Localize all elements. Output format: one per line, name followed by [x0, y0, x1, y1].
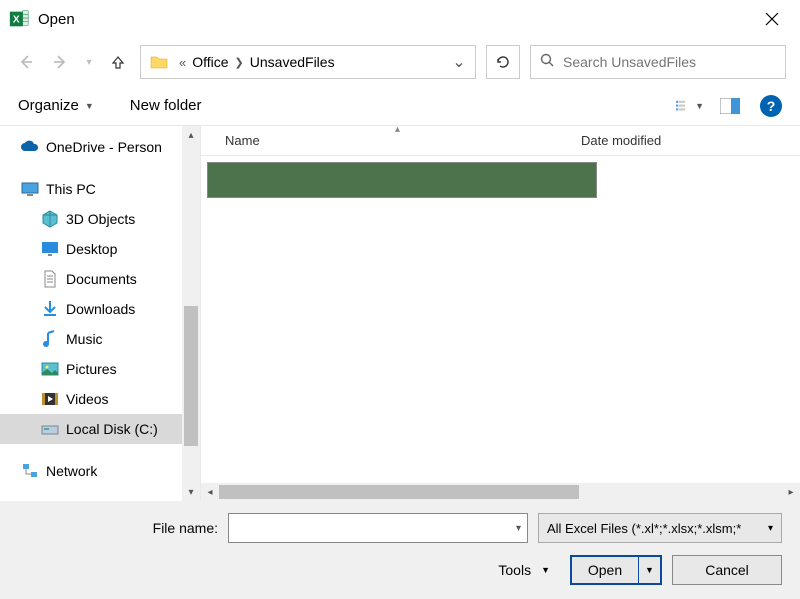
drive-icon	[40, 419, 60, 439]
tree-downloads[interactable]: Downloads	[0, 294, 200, 324]
filename-dropdown-icon[interactable]: ▾	[516, 523, 521, 534]
titlebar: X Open	[0, 0, 800, 38]
search-input[interactable]	[563, 54, 777, 70]
excel-icon: X	[8, 8, 30, 30]
network-icon	[20, 461, 40, 481]
download-icon	[40, 299, 60, 319]
caret-down-icon: ▼	[85, 101, 94, 111]
back-button[interactable]	[14, 50, 38, 74]
breadcrumb-seg-unsaved[interactable]: UnsavedFiles	[250, 54, 335, 70]
window-title: Open	[38, 11, 752, 28]
open-button[interactable]: Open ▼	[570, 555, 662, 585]
caret-down-icon: ▼	[695, 101, 704, 111]
tree-this-pc[interactable]: This PC	[0, 174, 200, 204]
tree-local-disk[interactable]: Local Disk (C:)	[0, 414, 200, 444]
scroll-left-icon[interactable]: ◂	[201, 487, 219, 498]
address-bar: ▾ « Office ❯ UnsavedFiles ⌄	[0, 38, 800, 86]
filetype-combo[interactable]: All Excel Files (*.xl*;*.xlsx;*.xlsm;* ▾	[538, 513, 782, 543]
svg-text:X: X	[13, 15, 20, 26]
column-date[interactable]: Date modified	[581, 133, 661, 148]
tree-network[interactable]: Network	[0, 456, 200, 486]
cloud-icon	[20, 137, 40, 157]
breadcrumb-seg-office[interactable]: Office	[192, 54, 228, 70]
scroll-up-icon[interactable]: ▴	[188, 126, 193, 144]
tree-scrollbar[interactable]: ▴ ▾	[182, 126, 200, 501]
breadcrumb-box[interactable]: « Office ❯ UnsavedFiles ⌄	[140, 45, 476, 79]
dialog-footer: File name: ▾ All Excel Files (*.xl*;*.xl…	[0, 501, 800, 599]
filetype-dropdown-icon: ▾	[768, 523, 773, 534]
scroll-right-icon[interactable]: ▸	[782, 487, 800, 498]
filename-label: File name:	[18, 520, 228, 536]
search-icon	[539, 52, 555, 73]
hscroll-thumb[interactable]	[219, 485, 579, 499]
forward-button[interactable]	[48, 50, 72, 74]
column-headers: ▴ Name Date modified	[201, 126, 800, 156]
nav-tree: OneDrive - Person This PC 3D Objects Des…	[0, 126, 200, 501]
search-box[interactable]	[530, 45, 786, 79]
pictures-icon	[40, 359, 60, 379]
filename-input[interactable]	[235, 521, 516, 536]
open-dialog: X Open ▾ « Office ❯ UnsavedFiles ⌄	[0, 0, 800, 599]
column-name[interactable]: Name	[201, 133, 581, 148]
tree-videos[interactable]: Videos	[0, 384, 200, 414]
view-layout-button[interactable]: ▼	[676, 94, 704, 118]
scroll-thumb[interactable]	[184, 306, 198, 446]
preview-pane-button[interactable]	[716, 94, 744, 118]
scroll-down-icon[interactable]: ▾	[188, 483, 193, 501]
help-button[interactable]: ?	[760, 95, 782, 117]
tree-music[interactable]: Music	[0, 324, 200, 354]
tree-3d-objects[interactable]: 3D Objects	[0, 204, 200, 234]
breadcrumb-prefix: «	[179, 55, 186, 70]
cube-icon	[40, 209, 60, 229]
videos-icon	[40, 389, 60, 409]
music-icon	[40, 329, 60, 349]
tree-desktop[interactable]: Desktop	[0, 234, 200, 264]
tree-pictures[interactable]: Pictures	[0, 354, 200, 384]
filename-combo[interactable]: ▾	[228, 513, 528, 543]
chevron-right-icon[interactable]: ❯	[235, 56, 244, 69]
file-rows[interactable]	[201, 156, 800, 483]
monitor-icon	[20, 179, 40, 199]
breadcrumb-dropdown[interactable]: ⌄	[447, 52, 471, 72]
up-button[interactable]	[106, 50, 130, 74]
open-split-dropdown[interactable]: ▼	[638, 557, 660, 583]
tools-button[interactable]: Tools ▼	[498, 562, 550, 578]
file-list: ▴ Name Date modified ◂ ▸	[200, 126, 800, 501]
cancel-button[interactable]: Cancel	[672, 555, 782, 585]
toolbar: Organize▼ New folder ▼ ?	[0, 86, 800, 126]
sort-indicator-icon: ▴	[395, 124, 400, 135]
folder-icon	[149, 52, 169, 72]
new-folder-button[interactable]: New folder	[130, 97, 202, 114]
document-icon	[40, 269, 60, 289]
dialog-body: OneDrive - Person This PC 3D Objects Des…	[0, 126, 800, 501]
organize-button[interactable]: Organize▼	[18, 97, 94, 114]
refresh-button[interactable]	[486, 45, 520, 79]
tree-documents[interactable]: Documents	[0, 264, 200, 294]
recent-dropdown[interactable]: ▾	[82, 50, 96, 74]
horizontal-scrollbar[interactable]: ◂ ▸	[201, 483, 800, 501]
desktop-icon	[40, 239, 60, 259]
selected-file-row[interactable]	[207, 162, 597, 198]
caret-down-icon: ▼	[541, 565, 550, 575]
close-button[interactable]	[752, 3, 792, 35]
tree-onedrive[interactable]: OneDrive - Person	[0, 132, 200, 162]
